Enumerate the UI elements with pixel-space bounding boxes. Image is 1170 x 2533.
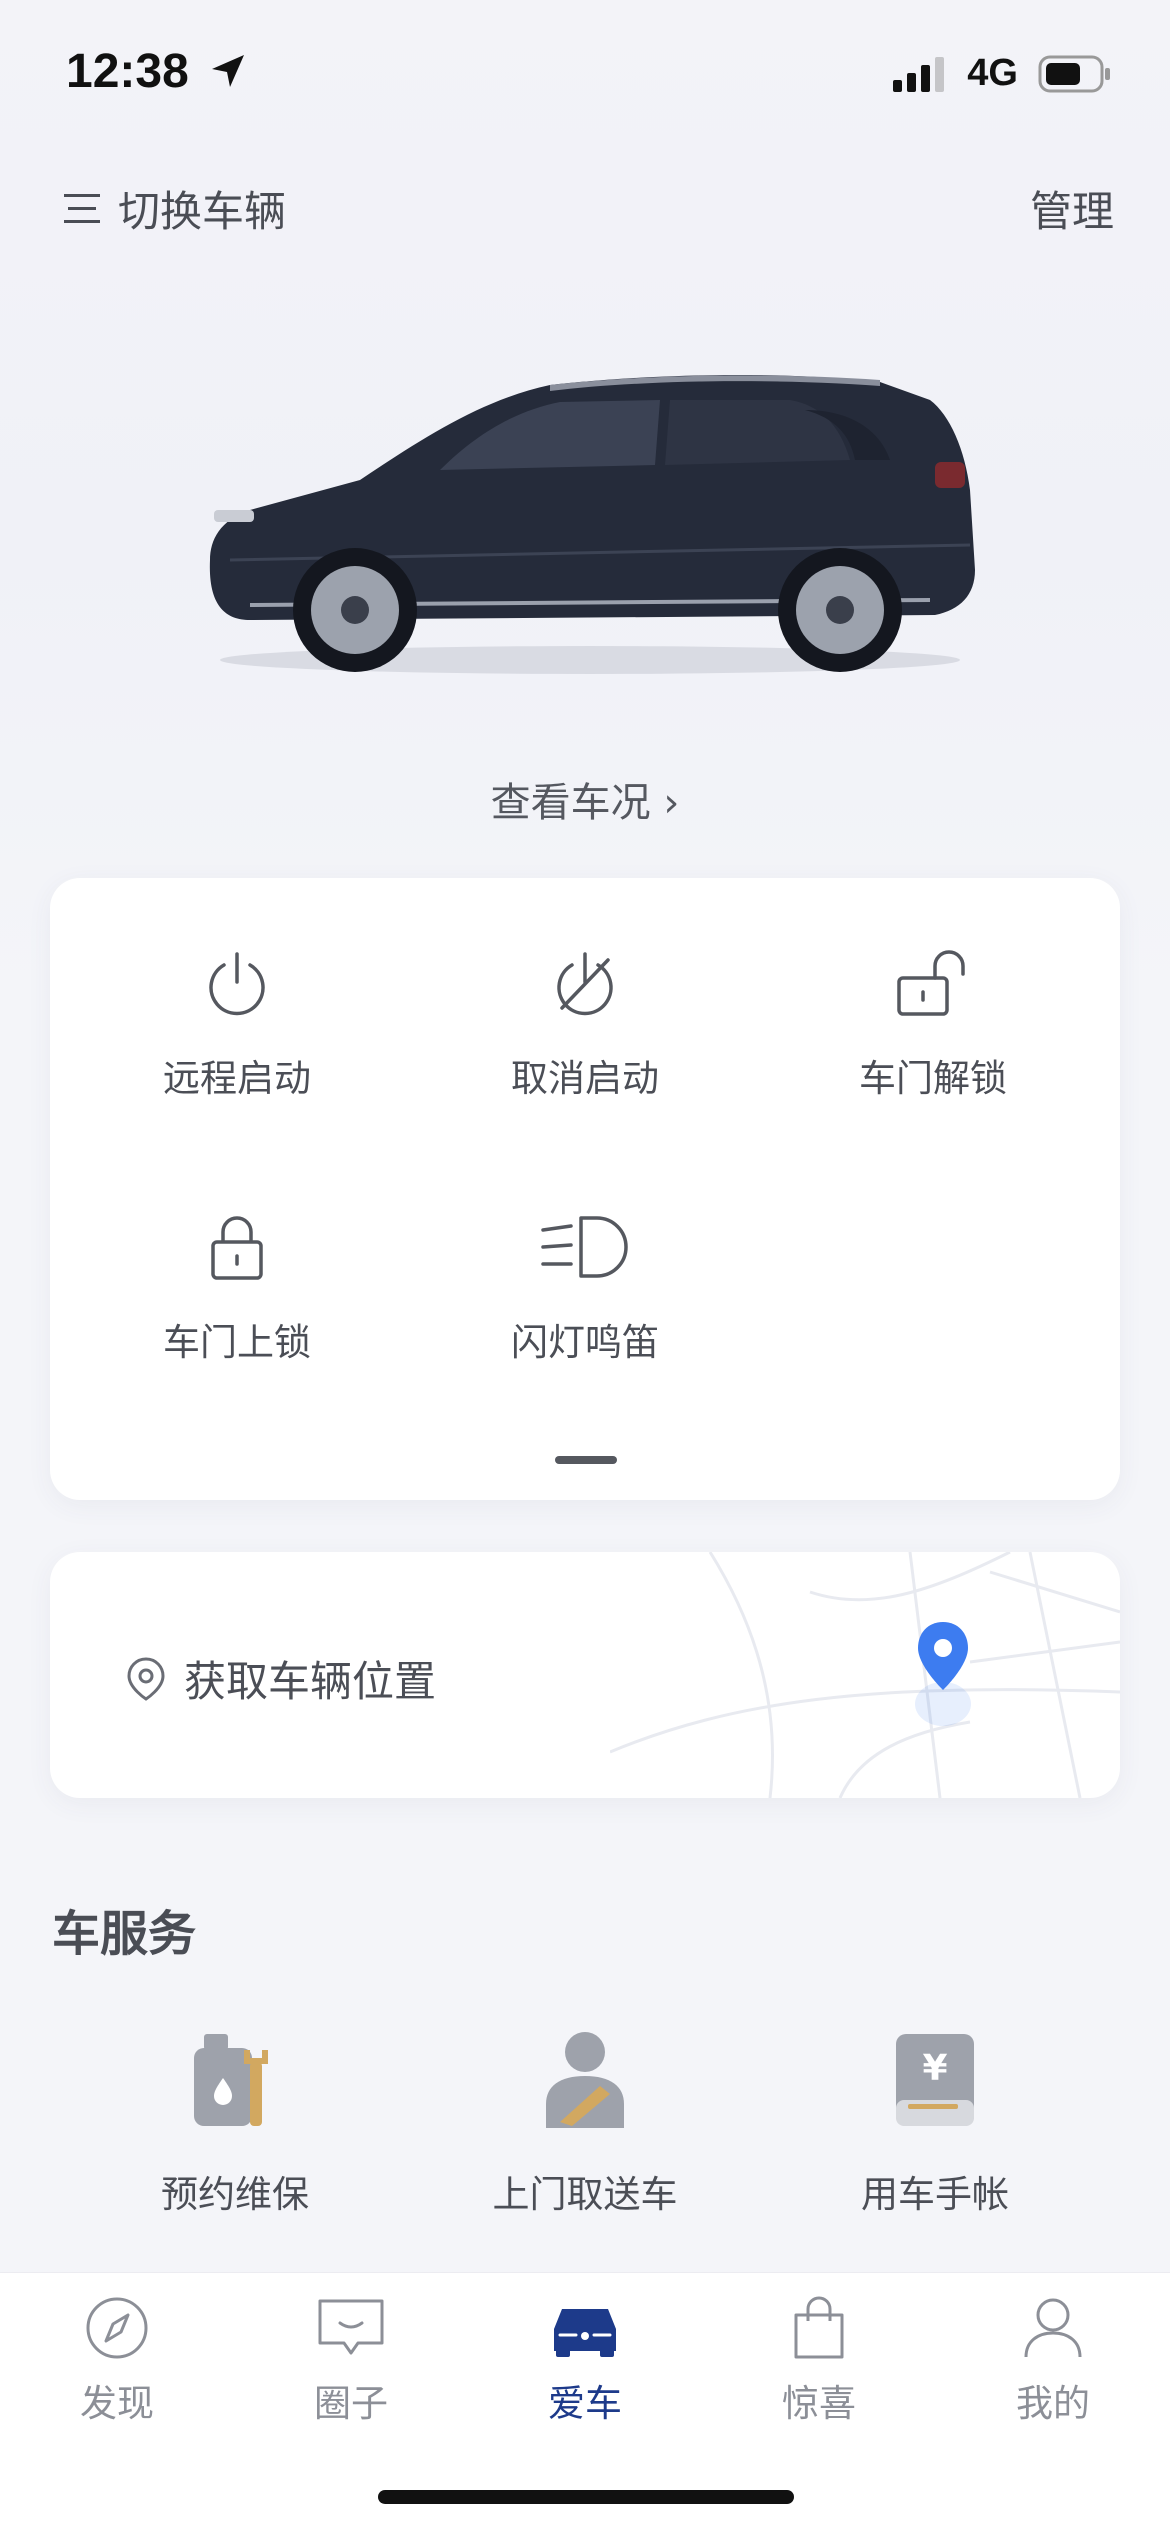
service-maintenance-label: 预约维保 bbox=[161, 2173, 309, 2216]
vehicle-location-card[interactable]: 获取车辆位置 bbox=[50, 1552, 1120, 1798]
car-image bbox=[209, 374, 976, 674]
tab-circle[interactable]: 圈子 bbox=[251, 2295, 451, 2427]
person-icon bbox=[1024, 2298, 1082, 2358]
lock-door-label: 车门上锁 bbox=[163, 1321, 311, 1364]
status-time: 12:38 bbox=[66, 44, 248, 99]
cancel-start-button[interactable]: 取消启动 bbox=[435, 948, 735, 1102]
tab-mine-label: 我的 bbox=[1016, 2382, 1090, 2425]
headlight-icon bbox=[541, 1216, 628, 1278]
service-pickup[interactable]: 上门取送车 bbox=[425, 2030, 745, 2218]
top-bar: 切换车辆 管理 bbox=[0, 170, 1170, 240]
unlock-icon bbox=[897, 950, 965, 1016]
tab-surprise-label: 惊喜 bbox=[782, 2382, 856, 2425]
location-arrow-icon bbox=[212, 55, 245, 87]
flash-horn-label: 闪灯鸣笛 bbox=[511, 1321, 659, 1364]
services-title: 车服务 bbox=[52, 1906, 197, 1962]
remote-control-card: 远程启动 取消启动 车门解锁 车门上锁 闪灯鸣笛 bbox=[50, 878, 1120, 1500]
cancel-start-label: 取消启动 bbox=[511, 1057, 659, 1100]
tab-my-car-label: 爱车 bbox=[548, 2382, 622, 2425]
network-type: 4G bbox=[967, 52, 1018, 94]
battery-icon bbox=[1038, 55, 1110, 92]
service-ledger[interactable]: ¥ 用车手帐 bbox=[775, 2030, 1095, 2218]
status-bar: 12:38 4G bbox=[0, 0, 1170, 150]
unlock-door-label: 车门解锁 bbox=[859, 1057, 1007, 1100]
ledger-icon: ¥ bbox=[896, 2034, 974, 2126]
lock-icon bbox=[211, 1216, 263, 1280]
signal-icon bbox=[893, 56, 945, 92]
map-background bbox=[610, 1552, 1120, 1798]
map-pin-icon bbox=[915, 1622, 971, 1726]
lock-door-button[interactable]: 车门上锁 bbox=[87, 1212, 387, 1366]
tab-circle-label: 圈子 bbox=[314, 2382, 388, 2425]
power-off-icon bbox=[557, 952, 613, 1016]
remote-start-label: 远程启动 bbox=[163, 1057, 311, 1100]
status-indicators: 4G bbox=[891, 52, 1112, 95]
tab-discover-label: 发现 bbox=[80, 2382, 154, 2425]
service-ledger-label: 用车手帐 bbox=[861, 2173, 1009, 2216]
menu-icon bbox=[64, 193, 100, 223]
home-indicator bbox=[378, 2490, 794, 2504]
tab-discover[interactable]: 发现 bbox=[17, 2295, 217, 2427]
bag-icon bbox=[794, 2296, 844, 2359]
svg-text:¥: ¥ bbox=[922, 2048, 947, 2089]
maintenance-icon bbox=[194, 2034, 268, 2126]
switch-vehicle-button[interactable]: 切换车辆 bbox=[64, 178, 286, 239]
remote-start-button[interactable]: 远程启动 bbox=[87, 948, 387, 1102]
chat-icon bbox=[318, 2299, 384, 2355]
service-pickup-label: 上门取送车 bbox=[492, 2173, 678, 2216]
switch-vehicle-label: 切换车辆 bbox=[118, 187, 287, 236]
car-icon bbox=[554, 2309, 616, 2357]
get-location-label: 获取车辆位置 bbox=[184, 1657, 437, 1706]
tab-my-car[interactable]: 爱车 bbox=[485, 2295, 685, 2427]
unlock-door-button[interactable]: 车门解锁 bbox=[783, 948, 1083, 1102]
location-pin-icon bbox=[127, 1656, 165, 1701]
manage-button[interactable]: 管理 bbox=[1030, 178, 1114, 239]
pickup-driver-icon bbox=[546, 2032, 624, 2128]
flash-horn-button[interactable]: 闪灯鸣笛 bbox=[435, 1212, 735, 1366]
view-vehicle-status-link[interactable]: 查看车况 › bbox=[0, 770, 1170, 828]
compass-icon bbox=[86, 2297, 148, 2359]
service-maintenance[interactable]: 预约维保 bbox=[75, 2030, 395, 2218]
power-icon bbox=[209, 952, 265, 1016]
tab-mine[interactable]: 我的 bbox=[953, 2295, 1153, 2427]
tab-surprise[interactable]: 惊喜 bbox=[719, 2295, 919, 2427]
get-location-button[interactable]: 获取车辆位置 bbox=[126, 1648, 436, 1709]
page-indicator bbox=[555, 1456, 617, 1464]
